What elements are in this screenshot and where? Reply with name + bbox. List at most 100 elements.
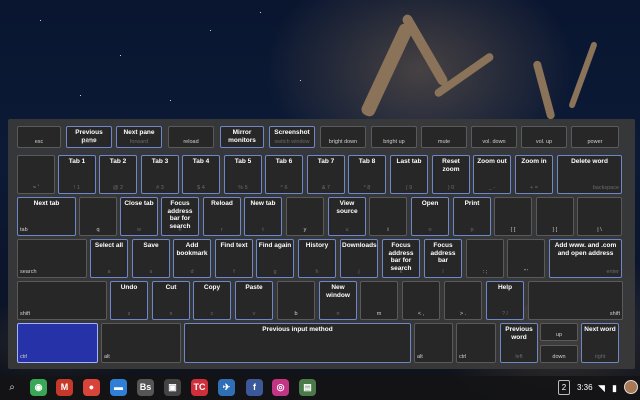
key-equals[interactable]: Zoom in + = xyxy=(515,155,553,194)
key-s[interactable]: Save s xyxy=(132,239,170,278)
wifi-icon[interactable]: ◥ xyxy=(598,379,605,397)
key-ctrl-left[interactable]: ctrl xyxy=(17,323,98,363)
battery-icon[interactable]: ▮ xyxy=(612,379,617,397)
key-d[interactable]: Add bookmark d xyxy=(173,239,211,278)
key-0[interactable]: Reset zoom) 0 xyxy=(432,155,470,194)
key-a[interactable]: Select all a xyxy=(90,239,128,278)
app-icon-11[interactable]: ▤ xyxy=(299,379,316,396)
key-j[interactable]: Downloads j xyxy=(340,239,378,278)
clock[interactable]: 3:36 xyxy=(577,379,593,397)
key-bright-up[interactable]: bright up xyxy=(371,126,417,148)
key-n[interactable]: New window n xyxy=(319,281,357,320)
key-k[interactable]: Focus address bar for search k xyxy=(382,239,420,278)
key-slash[interactable]: Help ? / xyxy=(486,281,524,320)
key-vol-down[interactable]: vol. down xyxy=(471,126,517,148)
key-l[interactable]: Focus address bar l xyxy=(424,239,462,278)
key-semicolon[interactable]: : ; xyxy=(466,239,504,278)
shortcut-label: Cut xyxy=(165,284,177,291)
key-p[interactable]: Print p xyxy=(453,197,491,236)
key-cap-label: : ; xyxy=(482,269,488,275)
key-5[interactable]: Tab 5 % 5 xyxy=(224,155,262,194)
key-cap-label: bright down xyxy=(328,139,358,145)
key-e[interactable]: Focus address bar for search e xyxy=(161,197,199,236)
key-3[interactable]: Tab 3 # 3 xyxy=(141,155,179,194)
key-cap-label: _ - xyxy=(488,185,496,191)
key-tab[interactable]: Next tab tab xyxy=(17,197,76,236)
key-forward[interactable]: Next pane forward xyxy=(116,126,162,148)
key-1[interactable]: Tab 1 ! 1 xyxy=(58,155,96,194)
key-vol-up[interactable]: vol. up xyxy=(521,126,567,148)
key-h[interactable]: History h xyxy=(298,239,336,278)
key-ctrl-right[interactable]: ctrl xyxy=(456,323,496,363)
key-q[interactable]: q xyxy=(79,197,117,236)
key-shift-right[interactable]: shift xyxy=(528,281,623,320)
key-mute[interactable]: mute xyxy=(421,126,467,148)
key-esc[interactable]: esc xyxy=(17,126,61,148)
key-backtick[interactable]: ~ ` xyxy=(17,155,55,194)
key-cap-label: w xyxy=(137,227,141,233)
app-icon-6[interactable]: ▣ xyxy=(164,379,181,396)
key-7[interactable]: Tab 7 & 7 xyxy=(307,155,345,194)
app-icon-8[interactable]: ✈ xyxy=(218,379,235,396)
key-backslash[interactable]: | \ xyxy=(577,197,622,236)
key-bright-down[interactable]: bright down xyxy=(320,126,366,148)
key-cap-label: backspace xyxy=(592,185,619,191)
key-4[interactable]: Tab 4 $ 4 xyxy=(182,155,220,194)
key-u[interactable]: View source u xyxy=(328,197,366,236)
key-b[interactable]: b xyxy=(277,281,315,320)
key-9[interactable]: Last tab ( 9 xyxy=(390,155,428,194)
key-8[interactable]: Tab 8 * 8 xyxy=(348,155,386,194)
key-search[interactable]: search xyxy=(17,239,87,278)
key-c[interactable]: Copy c xyxy=(193,281,231,320)
key-right[interactable]: Next word right xyxy=(581,323,619,363)
key-switch-window[interactable]: Screenshot switch window xyxy=(269,126,315,148)
shortcut-label: Downloads xyxy=(342,242,377,249)
key-period[interactable]: > . xyxy=(444,281,482,320)
key-2[interactable]: Tab 2 @ 2 xyxy=(99,155,137,194)
key-cap-label: s xyxy=(149,269,153,275)
app-icon-3[interactable]: ● xyxy=(83,379,100,396)
key-w[interactable]: Close tab w xyxy=(120,197,158,236)
key-x[interactable]: Cut x xyxy=(152,281,190,320)
chrome-app-icon[interactable]: ◉ xyxy=(30,379,47,396)
key-enter[interactable]: Add www. and .com and open address enter xyxy=(549,239,622,278)
key-up[interactable]: up xyxy=(540,323,578,341)
key-v[interactable]: Paste v xyxy=(235,281,273,320)
key-t[interactable]: New tab t xyxy=(244,197,282,236)
key-lbracket[interactable]: { [ xyxy=(494,197,532,236)
key-comma[interactable]: < , xyxy=(402,281,440,320)
key-full-screen[interactable]: Mirror monitors xyxy=(220,126,264,148)
key-g[interactable]: Find again g xyxy=(256,239,294,278)
key-i[interactable]: i xyxy=(369,197,407,236)
key-o[interactable]: Open o xyxy=(411,197,449,236)
gmail-app-icon[interactable]: M xyxy=(56,379,73,396)
key-z[interactable]: Undo z xyxy=(110,281,148,320)
app-icon-5[interactable]: Bs xyxy=(137,379,154,396)
files-app-icon[interactable]: ▬ xyxy=(110,379,127,396)
facebook-app-icon[interactable]: f xyxy=(246,379,263,396)
key-space[interactable]: Previous input method xyxy=(184,323,411,363)
key-alt-right[interactable]: alt xyxy=(414,323,453,363)
key-6[interactable]: Tab 6 ^ 6 xyxy=(265,155,303,194)
key-quote[interactable]: " ' xyxy=(507,239,545,278)
key-rbracket[interactable]: } ] xyxy=(536,197,574,236)
shortcut-label: Zoom in xyxy=(521,158,547,165)
key-down[interactable]: down xyxy=(540,345,578,363)
launcher-search-icon[interactable]: ⌕ xyxy=(6,382,18,394)
key-alt-left[interactable]: alt xyxy=(101,323,181,363)
key-y[interactable]: y xyxy=(286,197,324,236)
key-left[interactable]: Previous word left xyxy=(500,323,538,363)
notification-badge[interactable]: 2 xyxy=(558,380,570,395)
key-f[interactable]: Find text f xyxy=(215,239,253,278)
avatar[interactable] xyxy=(624,380,638,394)
key-shift-left[interactable]: shift xyxy=(17,281,107,320)
app-icon-7[interactable]: TC xyxy=(191,379,208,396)
key-r[interactable]: Reload r xyxy=(203,197,241,236)
instagram-app-icon[interactable]: ◎ xyxy=(272,379,289,396)
key-minus[interactable]: Zoom out _ - xyxy=(473,155,511,194)
key-backspace[interactable]: Delete word backspace xyxy=(557,155,622,194)
key-reload[interactable]: reload xyxy=(168,126,214,148)
key-back[interactable]: Previous pane back xyxy=(66,126,112,148)
key-power[interactable]: power xyxy=(571,126,619,148)
key-m[interactable]: m xyxy=(360,281,398,320)
